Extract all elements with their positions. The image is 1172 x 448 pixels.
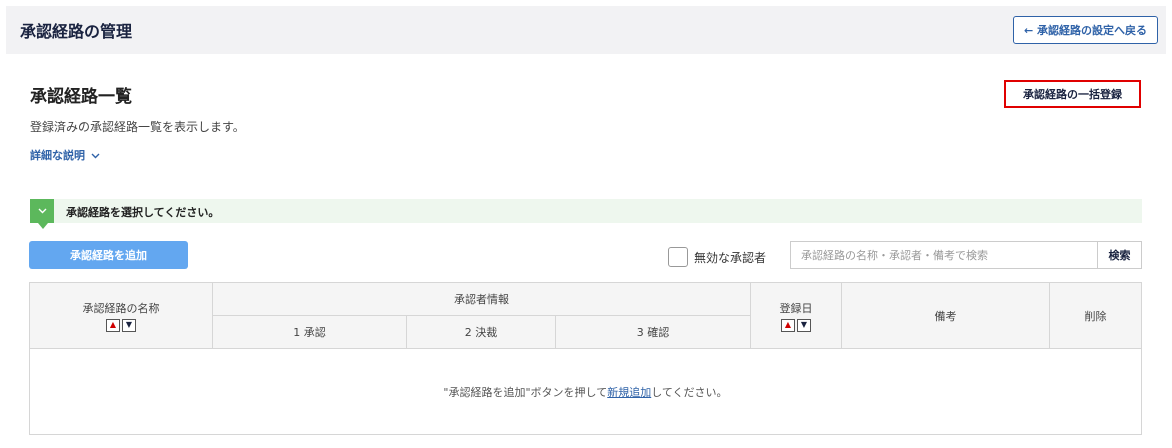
header-registered-date: 登録日 ▲ ▼ — [750, 282, 842, 349]
section-title: 承認経路一覧 — [30, 87, 132, 107]
add-route-button[interactable]: 承認経路を追加 — [29, 241, 188, 269]
inactive-approver-checkbox[interactable] — [668, 247, 688, 267]
section-description: 登録済みの承認経路一覧を表示します。 — [30, 120, 245, 134]
header-delete: 削除 — [1049, 282, 1142, 349]
empty-prefix: "承認経路を追加"ボタンを押して — [443, 385, 608, 399]
sort-asc-icon[interactable]: ▲ — [781, 318, 795, 332]
chevron-down-icon — [30, 199, 54, 229]
header-route-name-label: 承認経路の名称 — [82, 301, 160, 315]
sort-desc-icon[interactable]: ▼ — [122, 318, 136, 332]
header-note: 備考 — [841, 282, 1050, 349]
header-step-2: 2 決裁 — [406, 315, 556, 349]
back-to-settings-button[interactable]: ← 承認経路の設定へ戻る — [1012, 16, 1158, 44]
new-add-link[interactable]: 新規追加 — [607, 386, 651, 399]
sort-desc-icon[interactable]: ▼ — [797, 318, 811, 332]
search-button[interactable]: 検索 — [1097, 241, 1142, 269]
header-bar: 承認経路の管理 ← 承認経路の設定へ戻る — [6, 6, 1166, 54]
notice-banner: 承認経路を選択してください。 — [30, 199, 1142, 229]
header-approver-info: 承認者情報 — [212, 282, 751, 316]
inactive-approver-filter[interactable]: 無効な承認者 — [668, 247, 766, 267]
detail-toggle-link[interactable]: 詳細な説明 — [30, 147, 100, 163]
empty-suffix: してください。 — [651, 385, 728, 399]
route-table: 承認経路の名称 ▲ ▼ 承認者情報 登録日 ▲ ▼ 備考 削除 1 承認 2 決… — [29, 282, 1142, 435]
chevron-down-icon — [91, 149, 100, 162]
header-step-1: 1 承認 — [212, 315, 407, 349]
inactive-approver-label: 無効な承認者 — [694, 250, 767, 265]
header-registered-label: 登録日 — [779, 301, 813, 315]
bulk-register-button[interactable]: 承認経路の一括登録 — [1004, 80, 1141, 108]
empty-table-message: "承認経路を追加"ボタンを押して新規追加してください。 — [29, 348, 1142, 435]
header-step-3: 3 確認 — [555, 315, 751, 349]
page-title: 承認経路の管理 — [20, 22, 133, 41]
search-input[interactable]: 承認経路の名称・承認者・備考で検索 — [790, 241, 1098, 269]
sort-asc-icon[interactable]: ▲ — [106, 318, 120, 332]
detail-link-label: 詳細な説明 — [30, 149, 85, 162]
header-route-name: 承認経路の名称 ▲ ▼ — [29, 282, 213, 349]
notice-message: 承認経路を選択してください。 — [66, 206, 220, 219]
